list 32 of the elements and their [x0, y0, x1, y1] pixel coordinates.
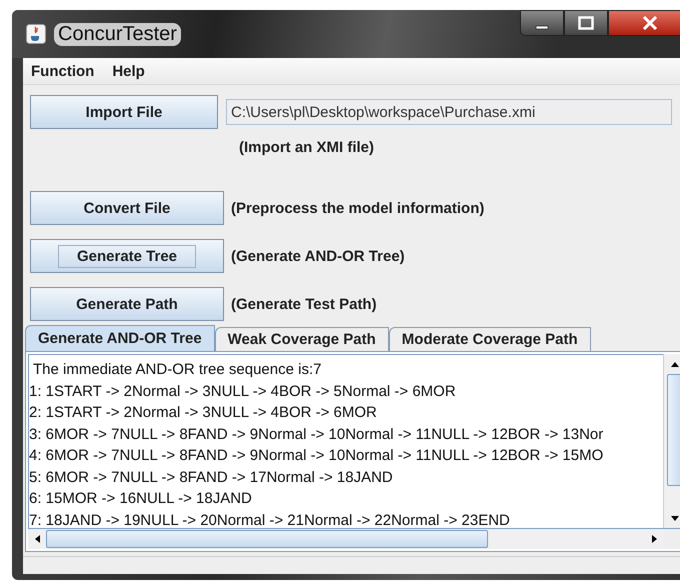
output-line: 5: 6MOR -> 7NULL -> 8FAND -> 17Normal -> 18JAND [29, 468, 394, 488]
tab[interactable]: Generate AND-OR Tree [25, 325, 215, 351]
output-line: 6: 15MOR -> 16NULL -> 18JAND [29, 489, 253, 509]
output-line: The immediate AND-OR tree sequence is:7 [32, 360, 322, 380]
output-line: 4: 6MOR -> 7NULL -> 8FAND -> 9Normal -> 10Normal -> 11NULL -> 12BOR -> 15MO [29, 446, 604, 466]
minimize-icon [535, 24, 549, 30]
file-path-field[interactable]: C:\Users\pl\Desktop\workspace\Purchase.xmi [226, 99, 672, 125]
action-button[interactable]: Convert File [30, 191, 224, 225]
horizontal-scrollbar[interactable] [28, 528, 680, 549]
tab[interactable]: Moderate Coverage Path [388, 327, 591, 351]
close-icon [641, 16, 659, 30]
menu-item[interactable]: Function [31, 62, 94, 80]
hint-text: (Generate AND-OR Tree) [231, 248, 405, 264]
action-button[interactable]: Import File [30, 95, 218, 129]
output-line: 3: 6MOR -> 7NULL -> 8FAND -> 9Normal -> 10Normal -> 11NULL -> 12BOR -> 13Nor [29, 424, 604, 444]
maximize-button[interactable] [564, 10, 608, 36]
hint-text: (Preprocess the model information) [231, 200, 484, 216]
maximize-icon [578, 16, 594, 30]
hint-text: (Import an XMI file) [239, 138, 374, 156]
output-line: 2: 1START -> 2Normal -> 3NULL -> 4BOR -> 6MOR [29, 403, 378, 423]
minimize-button[interactable] [520, 10, 564, 36]
vertical-scrollbar[interactable] [663, 354, 680, 528]
action-button[interactable]: Generate Path [30, 287, 224, 321]
coffee-cup-icon [26, 24, 46, 44]
action-button[interactable]: Generate Tree [30, 239, 224, 273]
hint-text: (Generate Test Path) [231, 296, 377, 312]
window-title: ConcurTester [54, 22, 181, 46]
tab[interactable]: Weak Coverage Path [214, 327, 389, 351]
menu-item[interactable]: Help [112, 62, 145, 80]
output-line: 7: 18JAND -> 19NULL -> 20Normal -> 21Normal -> 22Normal -> 23END [29, 510, 511, 528]
output-line: 1: 1START -> 2Normal -> 3NULL -> 4BOR -> 5Normal -> 6MOR [29, 382, 457, 402]
close-button[interactable] [608, 10, 680, 36]
